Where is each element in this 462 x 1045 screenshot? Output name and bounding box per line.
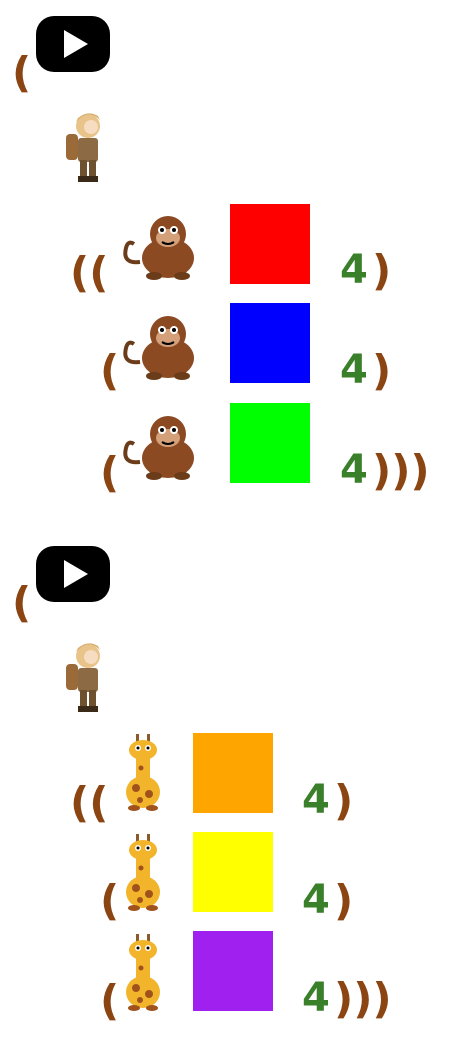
giraffe-icon [126, 834, 160, 911]
row-open-paren: ( [100, 346, 120, 395]
color-swatch [230, 303, 310, 383]
value-label: 4 [340, 247, 368, 293]
play-button-icon[interactable] [34, 544, 112, 604]
color-swatch [193, 733, 273, 813]
row-close-paren: ))) [334, 974, 392, 1023]
row-open-paren: (( [70, 248, 109, 297]
row-close-paren: ))) [372, 446, 430, 495]
open-paren: ( [12, 578, 32, 627]
color-swatch [193, 931, 273, 1011]
monkey-block: ( (( 4 ) ( 4) (4))) [0, 0, 462, 515]
open-paren: ( [12, 48, 32, 97]
value-label: 4 [302, 777, 330, 823]
row-open-paren: ( [100, 448, 120, 497]
giraffe-icon [126, 734, 160, 811]
color-swatch [193, 832, 273, 912]
giraffe-block: ( (( 4 ) (4) (4))) [0, 530, 462, 1045]
value-label: 4 [302, 975, 330, 1021]
play-button-icon[interactable] [34, 14, 112, 74]
monkey-icon [123, 416, 194, 480]
giraffe-icon [126, 934, 160, 1011]
color-swatch [230, 403, 310, 483]
explorer-character-icon [66, 113, 100, 182]
explorer-character-icon [66, 643, 100, 712]
row-close-paren: ) [372, 246, 392, 295]
monkey-icon [123, 216, 194, 280]
value-label: 4 [302, 877, 330, 923]
row-close-paren: ) [334, 876, 354, 925]
value-label: 4 [340, 347, 368, 393]
value-label: 4 [340, 447, 368, 493]
color-swatch [230, 204, 310, 284]
row-open-paren: (( [70, 778, 109, 827]
row-close-paren: ) [334, 776, 354, 825]
monkey-icon [123, 316, 194, 380]
row-open-paren: ( [100, 876, 120, 925]
row-close-paren: ) [372, 346, 392, 395]
row-open-paren: ( [100, 976, 120, 1025]
